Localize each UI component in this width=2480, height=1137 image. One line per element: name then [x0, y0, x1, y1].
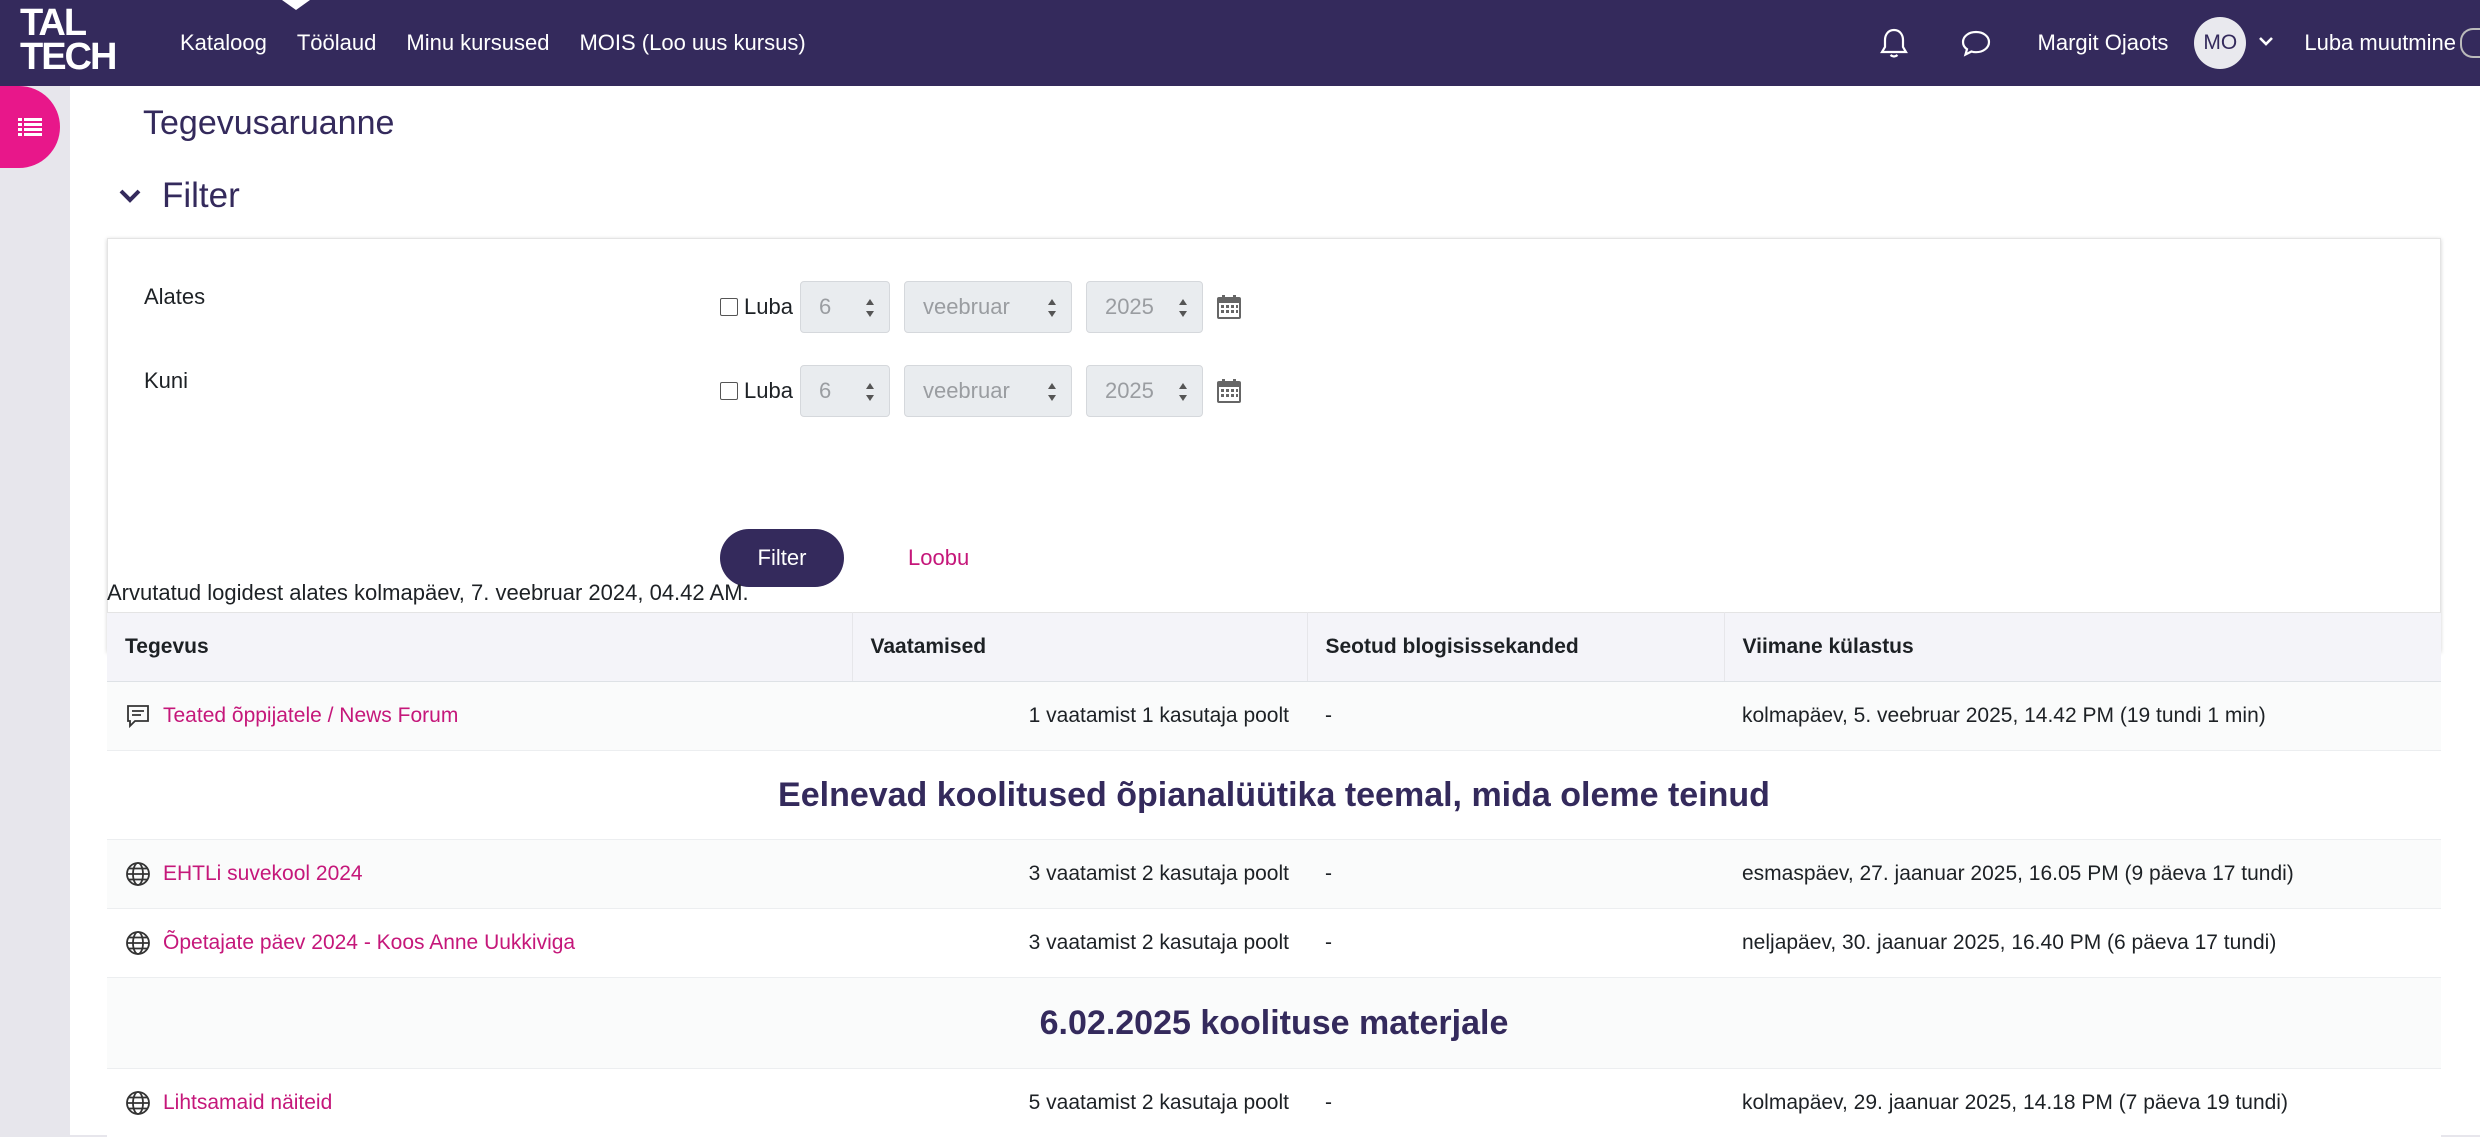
edit-mode-label: Luba muutmine	[2304, 30, 2456, 56]
select-arrows-icon	[1047, 297, 1057, 319]
activity-link[interactable]: Lihtsamaid näiteid	[163, 1091, 332, 1115]
section-title: 6.02.2025 koolituse materjale	[107, 978, 2441, 1069]
select-arrows-icon	[865, 381, 875, 403]
activity-link[interactable]: Õpetajate päev 2024 - Koos Anne Uukkivig…	[163, 931, 575, 955]
user-navigation: Margit Ojaots MO Luba muutmine	[1874, 0, 2480, 86]
user-menu-chevron-down-icon[interactable]	[2258, 34, 2274, 52]
blog-entries-cell: -	[1307, 909, 1724, 978]
from-date-row: Alates Luba 6 veebruar 2025	[108, 279, 2440, 335]
activity-cell: Lihtsamaid näiteid	[107, 1069, 852, 1137]
activity-cell: EHTLi suvekool 2024	[107, 840, 852, 909]
notifications-bell-icon[interactable]	[1874, 23, 1914, 63]
user-name[interactable]: Margit Ojaots	[2038, 30, 2169, 56]
blog-entries-cell: -	[1307, 1069, 1724, 1137]
globe-icon	[125, 1090, 151, 1116]
top-navbar: TAL TECH Kataloog Töölaud Minu kursused …	[0, 0, 2480, 86]
filter-collapse-toggle[interactable]: Filter	[118, 176, 240, 216]
globe-icon	[125, 861, 151, 887]
to-date-label: Kuni	[144, 363, 188, 399]
filter-heading: Filter	[162, 176, 240, 216]
section-header-row: 6.02.2025 koolituse materjale	[107, 978, 2441, 1069]
table-row: EHTLi suvekool 2024 3 vaatamist 2 kasuta…	[107, 840, 2441, 909]
left-gutter	[0, 86, 70, 1135]
to-date-controls: Luba 6 veebruar 2025	[720, 363, 1241, 419]
taltech-logo[interactable]: TAL TECH	[20, 6, 138, 80]
to-year-select[interactable]: 2025	[1086, 365, 1203, 417]
from-day-select[interactable]: 6	[800, 281, 890, 333]
chevron-down-icon	[118, 187, 142, 205]
avatar[interactable]: MO	[2194, 17, 2246, 69]
messages-chat-icon[interactable]	[1956, 23, 1996, 63]
calendar-icon[interactable]	[1217, 379, 1241, 403]
from-day-value: 6	[819, 294, 831, 320]
to-year-value: 2025	[1105, 378, 1154, 404]
column-header-views[interactable]: Vaatamised	[852, 613, 1307, 682]
activity-link[interactable]: Teated õppijatele / News Forum	[163, 704, 458, 728]
blog-entries-cell: -	[1307, 682, 1724, 751]
last-access-cell: kolmapäev, 5. veebruar 2025, 14.42 PM (1…	[1724, 682, 2441, 751]
views-cell: 3 vaatamist 2 kasutaja poolt	[852, 909, 1307, 978]
select-arrows-icon	[1178, 381, 1188, 403]
to-day-value: 6	[819, 378, 831, 404]
primary-navigation: Kataloog Töölaud Minu kursused MOIS (Loo…	[180, 0, 836, 86]
from-date-controls: Luba 6 veebruar 2025	[720, 279, 1241, 335]
log-computed-note: Arvutatud logidest alates kolmapäev, 7. …	[107, 580, 749, 606]
to-enable-label: Luba	[744, 378, 793, 404]
column-header-blog-entries[interactable]: Seotud blogisissekanded	[1307, 613, 1724, 682]
from-month-select[interactable]: veebruar	[904, 281, 1072, 333]
column-header-activity[interactable]: Tegevus	[107, 613, 852, 682]
calendar-icon[interactable]	[1217, 295, 1241, 319]
nav-link-mois[interactable]: MOIS (Loo uus kursus)	[579, 30, 805, 56]
filter-submit-button[interactable]: Filter	[720, 529, 844, 587]
logo-line-2: TECH	[20, 40, 138, 74]
views-cell: 5 vaatamist 2 kasutaja poolt	[852, 1069, 1307, 1137]
last-access-cell: esmaspäev, 27. jaanuar 2025, 16.05 PM (9…	[1724, 840, 2441, 909]
globe-icon	[125, 930, 151, 956]
from-date-label: Alates	[144, 279, 205, 315]
to-day-select[interactable]: 6	[800, 365, 890, 417]
forum-icon	[125, 703, 151, 729]
to-date-row: Kuni Luba 6 veebruar 2025	[108, 363, 2440, 419]
last-access-cell: kolmapäev, 29. jaanuar 2025, 14.18 PM (7…	[1724, 1069, 2441, 1137]
table-row: Lihtsamaid näiteid 5 vaatamist 2 kasutaj…	[107, 1069, 2441, 1137]
column-header-last-access[interactable]: Viimane külastus	[1724, 613, 2441, 682]
select-arrows-icon	[1047, 381, 1057, 403]
views-cell: 1 vaatamist 1 kasutaja poolt	[852, 682, 1307, 751]
section-title: Eelnevad koolitused õpianalüütika teemal…	[107, 751, 2441, 840]
activity-cell: Teated õppijatele / News Forum	[107, 682, 852, 751]
nav-link-my-courses[interactable]: Minu kursused	[406, 30, 549, 56]
from-year-value: 2025	[1105, 294, 1154, 320]
activity-cell: Õpetajate päev 2024 - Koos Anne Uukkivig…	[107, 909, 852, 978]
views-cell: 3 vaatamist 2 kasutaja poolt	[852, 840, 1307, 909]
from-year-select[interactable]: 2025	[1086, 281, 1203, 333]
logo-line-1: TAL	[20, 6, 138, 40]
to-enable-checkbox[interactable]	[720, 382, 738, 400]
to-month-select[interactable]: veebruar	[904, 365, 1072, 417]
nav-link-catalog[interactable]: Kataloog	[180, 30, 267, 56]
blog-entries-cell: -	[1307, 840, 1724, 909]
to-month-value: veebruar	[923, 378, 1010, 404]
table-row: Teated õppijatele / News Forum 1 vaatami…	[107, 682, 2441, 751]
select-arrows-icon	[865, 297, 875, 319]
nav-link-dashboard[interactable]: Töölaud	[297, 30, 377, 56]
select-arrows-icon	[1178, 297, 1188, 319]
activity-report-table: Tegevus Vaatamised Seotud blogisissekand…	[107, 612, 2441, 1137]
page-title: Tegevusaruanne	[143, 104, 394, 143]
from-month-value: veebruar	[923, 294, 1010, 320]
main-content: Tegevusaruanne Filter Alates Luba 6 veeb…	[70, 86, 2480, 1135]
table-header-row: Tegevus Vaatamised Seotud blogisissekand…	[107, 613, 2441, 682]
filter-cancel-link[interactable]: Loobu	[908, 545, 969, 571]
list-icon	[18, 117, 42, 137]
from-enable-label: Luba	[744, 294, 793, 320]
last-access-cell: neljapäev, 30. jaanuar 2025, 16.40 PM (6…	[1724, 909, 2441, 978]
table-row: Õpetajate päev 2024 - Koos Anne Uukkivig…	[107, 909, 2441, 978]
activity-link[interactable]: EHTLi suvekool 2024	[163, 862, 363, 886]
edit-mode-toggle[interactable]	[2460, 28, 2480, 58]
section-header-row: Eelnevad koolitused õpianalüütika teemal…	[107, 751, 2441, 840]
from-enable-checkbox[interactable]	[720, 298, 738, 316]
